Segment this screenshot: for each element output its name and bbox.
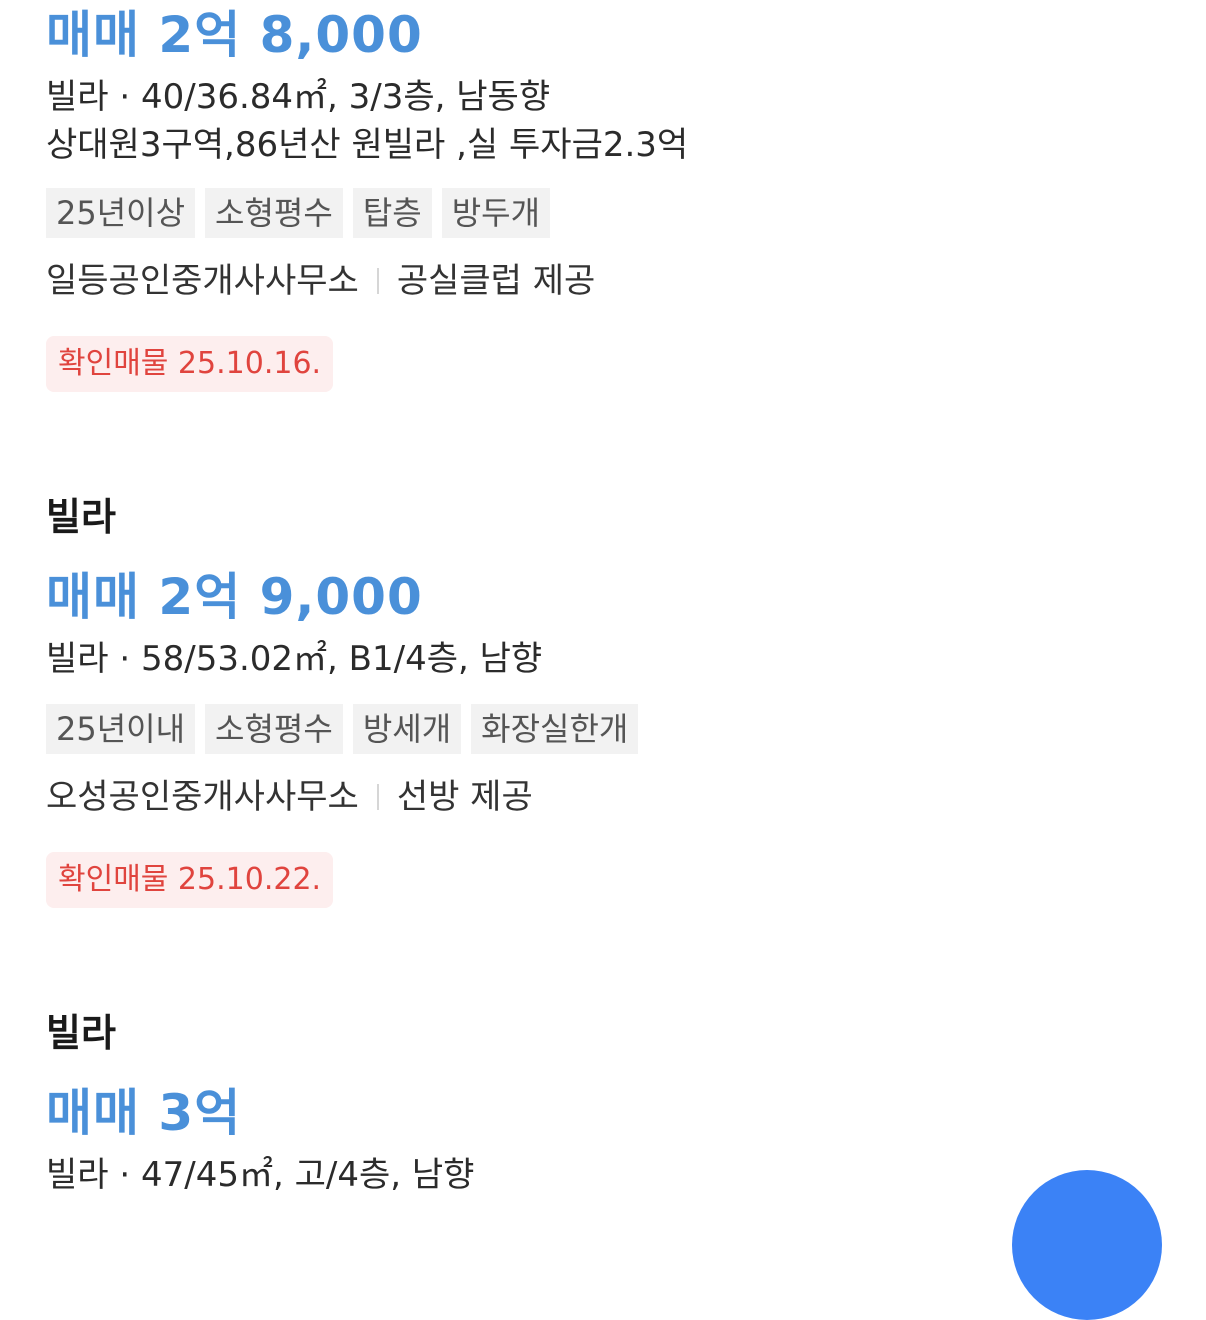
listing-price: 매매 3억: [46, 1084, 242, 1142]
listing-price: 매매 2억 8,000: [46, 6, 423, 64]
listing-type-title: 빌라: [46, 495, 116, 539]
listing-spec: 빌라 · 40/36.84㎡, 3/3층, 남동향: [46, 77, 551, 117]
tag: 소형평수: [205, 704, 343, 754]
agent-info: 일등공인중개사사무소 공실클럽 제공: [46, 264, 595, 298]
tag: 소형평수: [205, 188, 343, 238]
listing-spec: 빌라 · 47/45㎡, 고/4층, 남향: [46, 1155, 475, 1195]
agent-name: 오성공인중개사사무소: [46, 777, 359, 817]
tag: 25년이내: [46, 704, 196, 754]
divider: [376, 268, 379, 294]
listing-type-title: 빌라: [46, 1011, 116, 1055]
tag-list: 25년이내 소형평수 방세개 화장실한개: [46, 704, 639, 754]
tag: 화장실한개: [471, 704, 639, 754]
tag-list: 25년이상 소형평수 탑층 방두개: [46, 188, 551, 238]
verified-badge: 확인매물 25.10.16.: [46, 336, 334, 392]
agent-name: 일등공인중개사사무소: [46, 261, 359, 301]
listing-price: 매매 2억 9,000: [46, 568, 423, 626]
provider-name: 공실클럽 제공: [396, 261, 596, 301]
tag: 방두개: [441, 188, 551, 238]
agent-info: 오성공인중개사사무소 선방 제공: [46, 780, 533, 814]
divider: [376, 784, 379, 810]
listing-description: 상대원3구역,86년산 원빌라 ,실 투자금2.3억: [46, 125, 689, 165]
verified-badge: 확인매물 25.10.22.: [46, 852, 334, 908]
provider-name: 선방 제공: [396, 777, 533, 817]
tag: 방세개: [352, 704, 462, 754]
floating-action-button[interactable]: [1012, 1170, 1162, 1320]
tag: 탑층: [352, 188, 432, 238]
listing-spec: 빌라 · 58/53.02㎡, B1/4층, 남향: [46, 639, 543, 679]
tag: 25년이상: [46, 188, 196, 238]
